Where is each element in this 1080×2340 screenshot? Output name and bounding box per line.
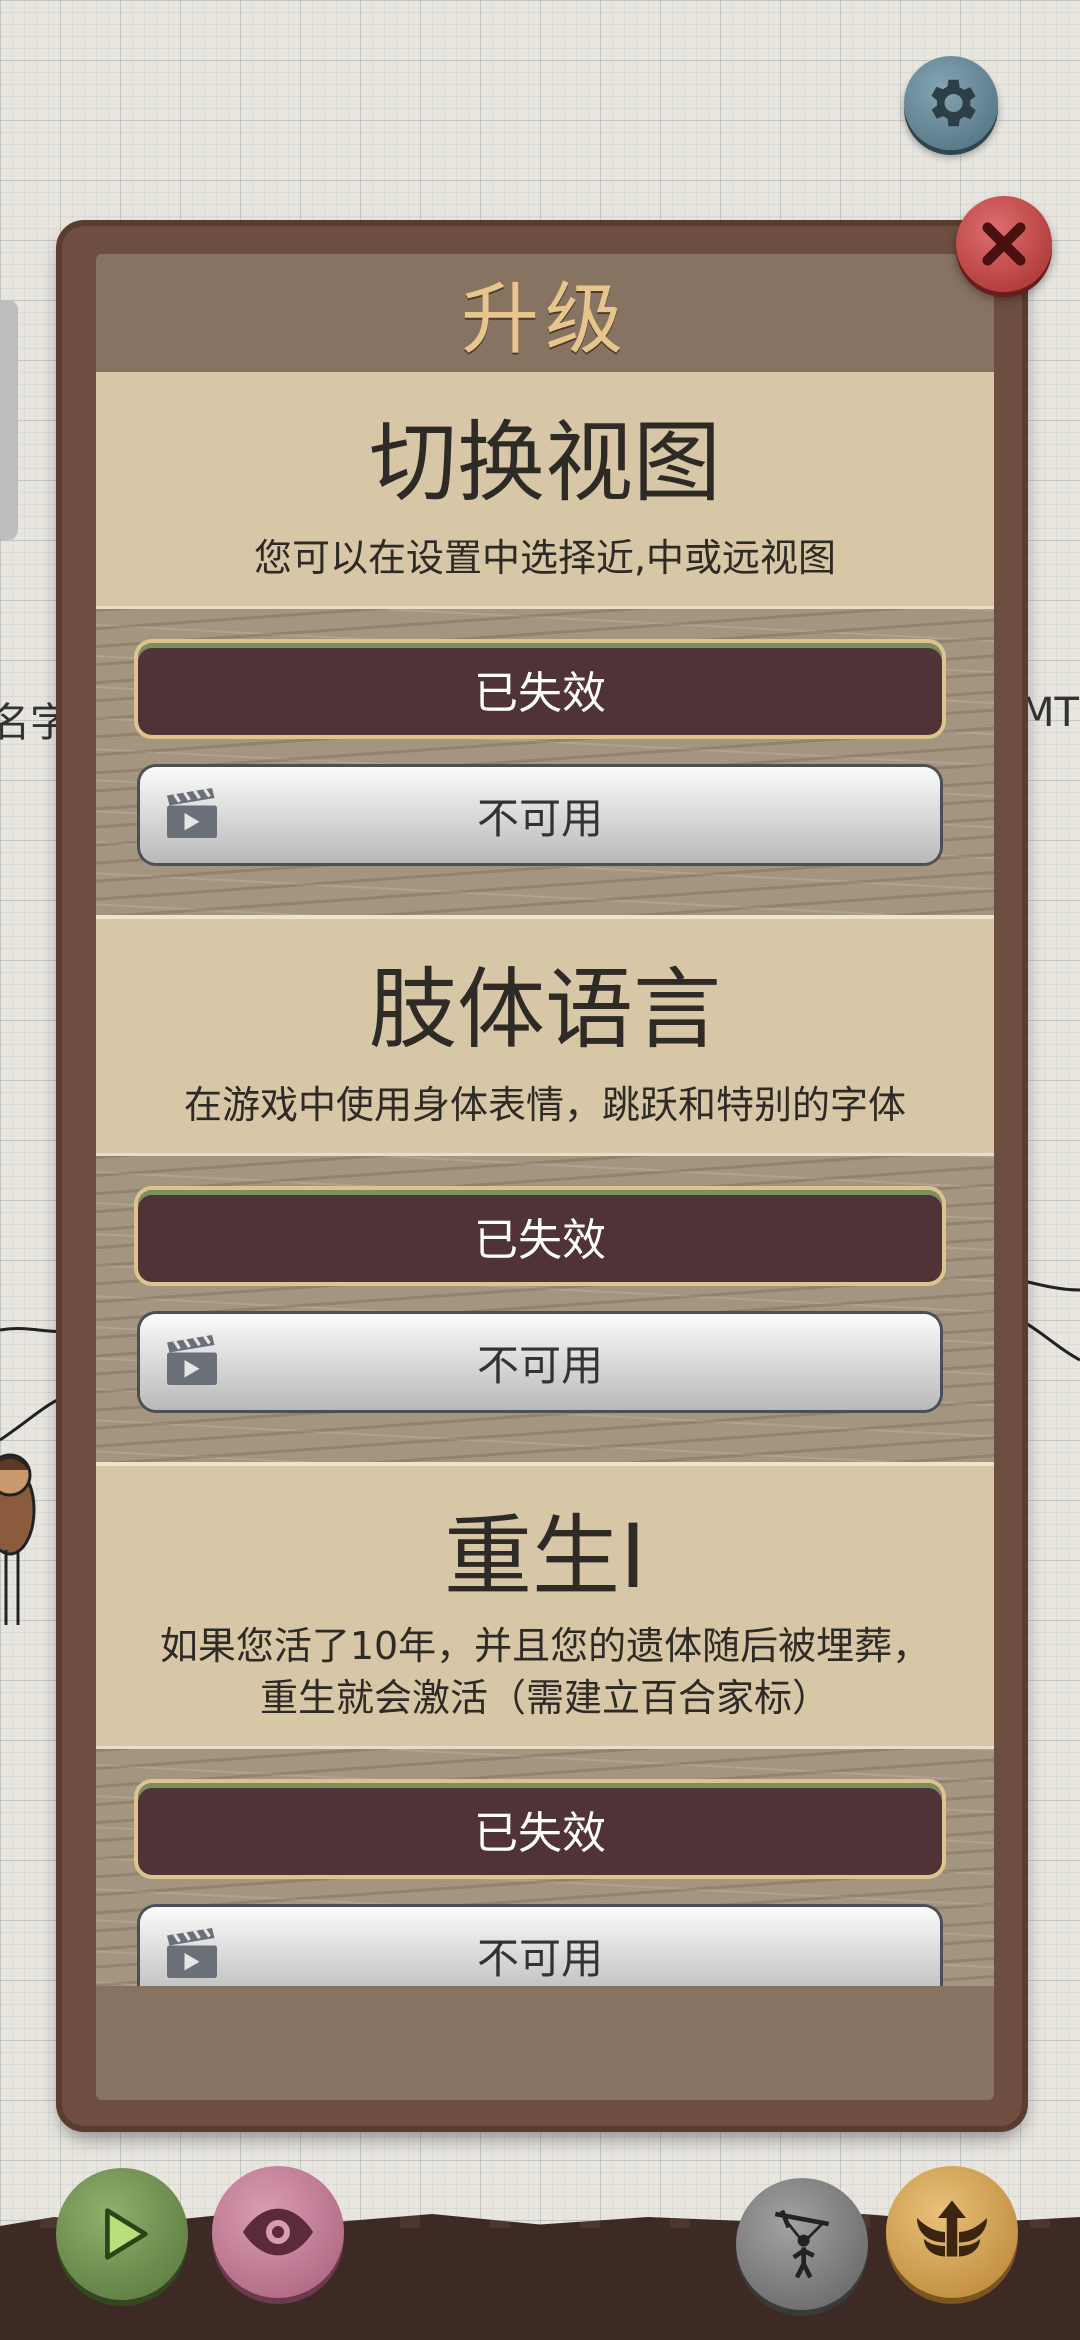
upgrade-card-switch-view: 切换视图 您可以在设置中选择近,中或远视图 已失效 不可用 [96,372,994,919]
watch-video-button[interactable]: 不可用 [140,1314,940,1410]
background-name-label: 名字 [0,700,70,746]
upgrade-card-body-language: 肢体语言 在游戏中使用身体表情，跳跃和特别的字体 已失效 不可用 [96,919,994,1466]
disabled-status-button[interactable]: 已失效 [138,1190,942,1282]
clapperboard-icon [167,1928,217,1978]
background-side-label: MT [1020,690,1079,736]
upgrade-button[interactable] [886,2166,1018,2298]
clapperboard-icon [167,788,217,838]
upgrade-card-rebirth: 重生I 如果您活了10年，并且您的遗体随后被埋葬， 重生就会激活（需建立百合家标… [96,1466,994,1986]
close-button[interactable] [956,196,1052,292]
eye-icon [243,2208,313,2256]
view-button[interactable] [212,2166,344,2298]
winged-arrow-icon [917,2200,987,2257]
upgrade-list[interactable]: 切换视图 您可以在设置中选择近,中或远视图 已失效 不可用 肢体语言 在游戏中使… [96,372,994,1986]
play-icon [105,2208,148,2260]
dialog-panel: 升级 切换视图 您可以在设置中选择近,中或远视图 已失效 不可用 肢体语言 在游… [96,254,994,2100]
card-description: 如果您活了10年，并且您的遗体随后被埋葬， 重生就会激活（需建立百合家标） [159,1624,931,1720]
settings-button[interactable] [904,56,998,150]
upgrade-dialog: 升级 切换视图 您可以在设置中选择近,中或远视图 已失效 不可用 肢体语言 在游… [62,226,1022,2126]
disabled-status-button[interactable]: 已失效 [138,643,942,735]
side-panel-tab[interactable] [0,300,18,540]
dialog-title: 升级 [460,275,629,365]
card-description: 您可以在设置中选择近,中或远视图 [253,536,837,580]
gear-icon [931,79,976,127]
card-title: 切换视图 [368,411,721,514]
dialog-footer [96,1986,994,2100]
watch-video-button[interactable]: 不可用 [140,767,940,863]
card-actions: 已失效 不可用 [96,606,994,919]
card-actions: 已失效 不可用 [96,1746,994,1986]
button-label: 不可用 [476,1340,603,1390]
card-title: 重生I [444,1505,646,1608]
play-button[interactable] [56,2168,188,2300]
character-avatar[interactable] [0,1453,36,1625]
clapperboard-icon [167,1335,217,1385]
puppet-icon [774,2209,830,2279]
button-label: 不可用 [476,1933,603,1983]
card-title: 肢体语言 [368,958,721,1061]
puppet-button[interactable] [736,2178,868,2310]
card-actions: 已失效 不可用 [96,1153,994,1466]
disabled-status-button[interactable]: 已失效 [138,1783,942,1875]
button-label: 不可用 [476,793,603,843]
close-icon [982,222,1026,266]
card-description: 在游戏中使用身体表情，跳跃和特别的字体 [183,1083,906,1127]
watch-video-button[interactable]: 不可用 [140,1907,940,1986]
